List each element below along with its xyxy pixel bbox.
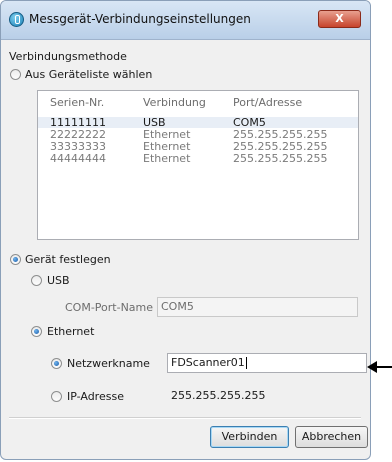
cell-port: 255.255.255.255 xyxy=(233,152,328,165)
device-list[interactable]: Serien-Nr. Verbindung Port/Adresse 11111… xyxy=(37,90,359,240)
com-port-field[interactable]: COM5 xyxy=(157,297,358,317)
radio-specify-device[interactable] xyxy=(10,254,21,265)
close-button[interactable]: X xyxy=(318,10,361,28)
window-title: Messgerät-Verbindungseinstellungen xyxy=(29,12,251,26)
list-item[interactable]: 22222222 Ethernet 255.255.255.255 xyxy=(38,129,358,140)
cell-serial: 44444444 xyxy=(50,152,106,165)
radio-usb[interactable] xyxy=(31,275,42,286)
cell-serial: 11111111 xyxy=(50,116,106,129)
ethernet-label: Ethernet xyxy=(47,325,95,338)
app-icon xyxy=(9,12,24,27)
cell-connection: USB xyxy=(143,116,166,129)
cell-serial: 33333333 xyxy=(50,140,106,153)
specify-device-label: Gerät festlegen xyxy=(25,253,111,266)
cell-port: COM5 xyxy=(233,116,266,129)
connect-button[interactable]: Verbinden xyxy=(210,426,289,448)
separator xyxy=(9,417,361,419)
radio-ip-address[interactable] xyxy=(51,391,62,402)
network-name-label: Netzwerkname xyxy=(67,357,150,370)
cell-port: 255.255.255.255 xyxy=(233,140,328,153)
usb-label: USB xyxy=(47,274,70,287)
list-item[interactable]: 11111111 USB COM5 xyxy=(38,117,358,128)
network-name-input[interactable]: FDScanner01 xyxy=(167,353,367,373)
ip-address-field[interactable]: 255.255.255.255 xyxy=(171,387,301,407)
cancel-button[interactable]: Abbrechen xyxy=(295,426,368,448)
list-item[interactable]: 44444444 Ethernet 255.255.255.255 xyxy=(38,153,358,164)
from-list-label: Aus Geräteliste wählen xyxy=(25,68,153,81)
list-item[interactable]: 33333333 Ethernet 255.255.255.255 xyxy=(38,141,358,152)
column-header-port[interactable]: Port/Adresse xyxy=(233,96,302,109)
title-bar: Messgerät-Verbindungseinstellungen X xyxy=(1,1,370,40)
cell-connection: Ethernet xyxy=(143,152,191,165)
cell-connection: Ethernet xyxy=(143,128,191,141)
column-header-serial[interactable]: Serien-Nr. xyxy=(50,96,104,109)
pointer-arrow-line xyxy=(375,366,392,368)
ip-address-label: IP-Adresse xyxy=(67,390,124,403)
left-arrow-icon xyxy=(367,361,377,373)
radio-ethernet[interactable] xyxy=(31,326,42,337)
com-port-label: COM-Port-Name xyxy=(65,301,154,314)
connection-method-label: Verbindungsmethode xyxy=(9,50,127,63)
list-header: Serien-Nr. Verbindung Port/Adresse xyxy=(38,91,358,113)
radio-network-name[interactable] xyxy=(51,358,62,369)
dialog-window: Messgerät-Verbindungseinstellungen X Ver… xyxy=(0,0,371,460)
cell-serial: 22222222 xyxy=(50,128,106,141)
radio-from-list[interactable] xyxy=(10,69,21,80)
network-name-value: FDScanner01 xyxy=(171,356,245,369)
cell-connection: Ethernet xyxy=(143,140,191,153)
cell-port: 255.255.255.255 xyxy=(233,128,328,141)
text-caret xyxy=(245,357,247,369)
column-header-connection[interactable]: Verbindung xyxy=(143,96,206,109)
